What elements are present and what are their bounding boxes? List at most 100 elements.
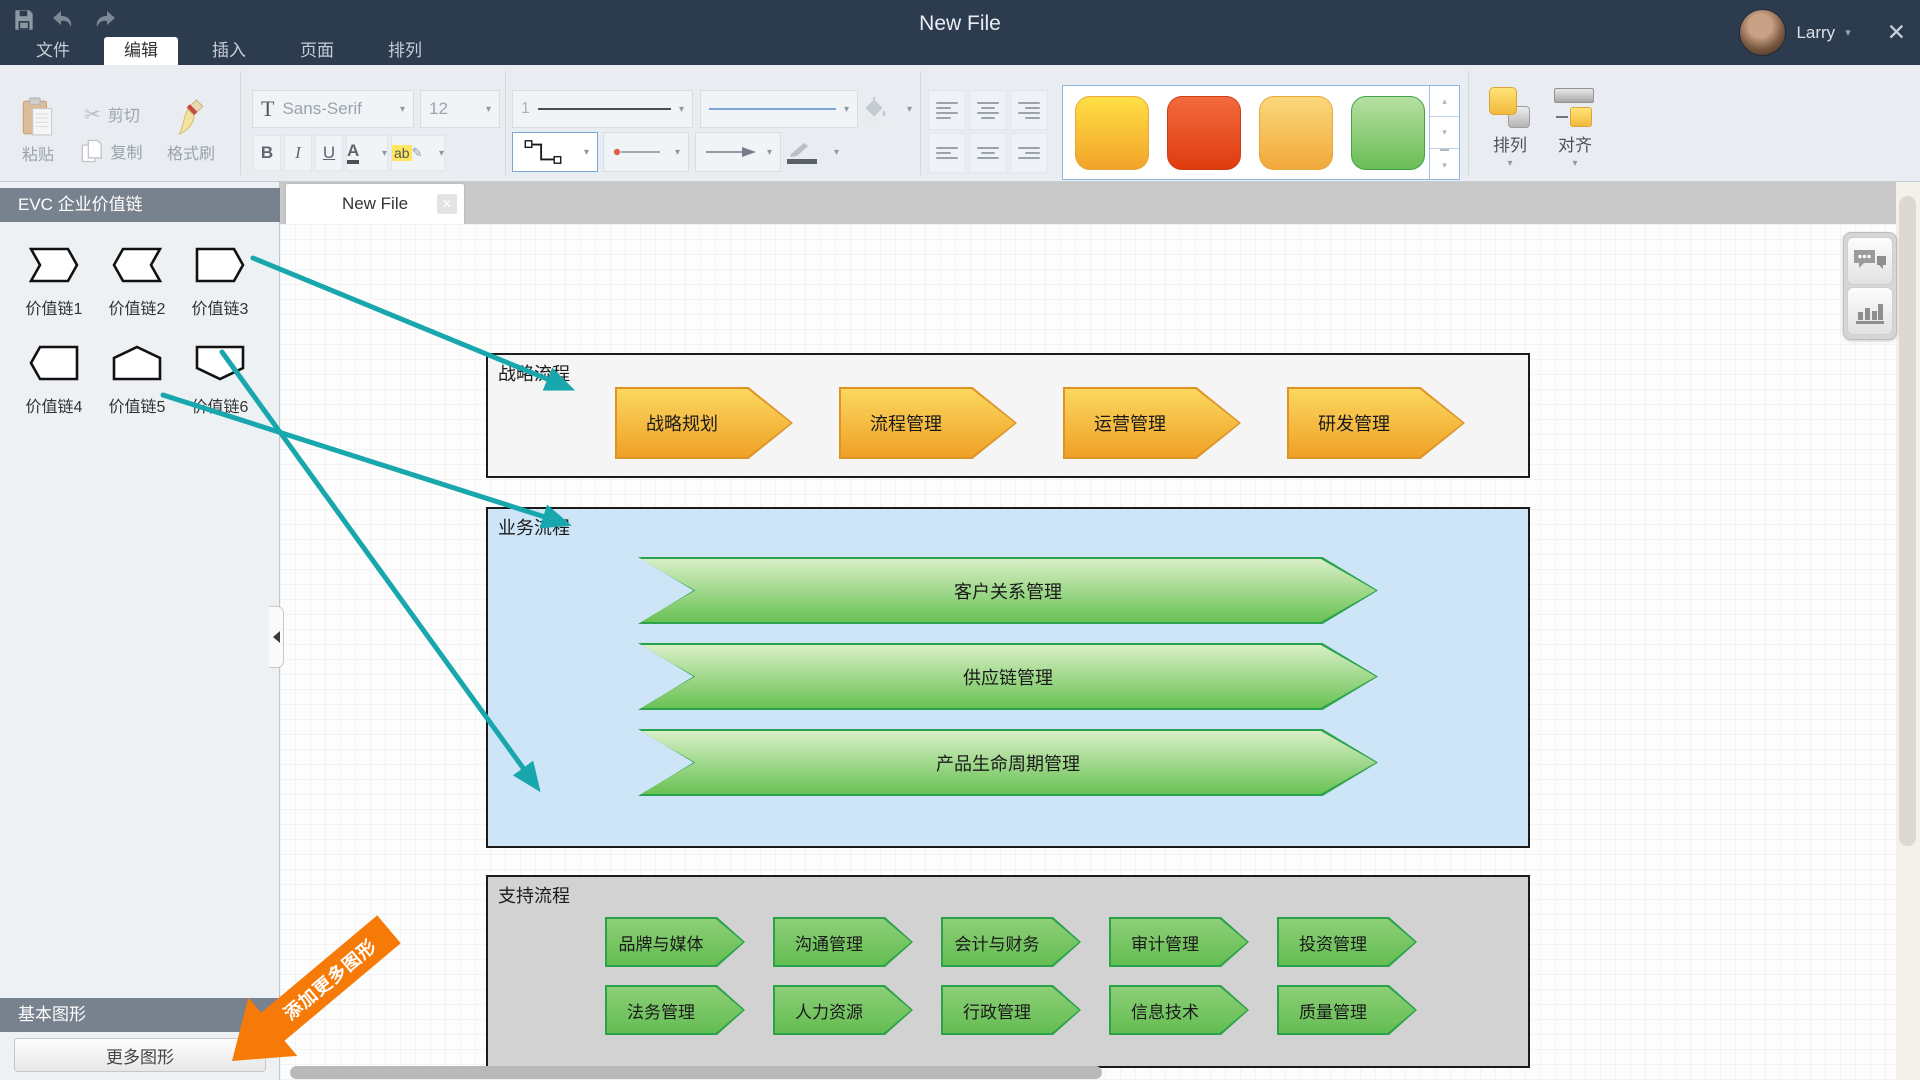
copy-pages-icon: [81, 138, 103, 164]
support-arrow-shape[interactable]: 会计与财务: [941, 917, 1081, 967]
align-center-button[interactable]: [969, 90, 1007, 130]
strategy-arrow-shape[interactable]: 运营管理: [1063, 387, 1241, 459]
toolbar: 粘贴 ✂ 剪切 复制 格式刷 T Sans-Serif ▾ 12 ▾ B I U…: [0, 65, 1920, 182]
font-size-select[interactable]: 12 ▾: [420, 90, 500, 128]
business-band-shape[interactable]: 产品生命周期管理: [638, 729, 1378, 796]
business-shapes: 客户关系管理 供应链管理 产品生命周期管理: [638, 557, 1378, 796]
shape-value-chain-5[interactable]: 价值链5: [97, 332, 177, 430]
valign-top-button[interactable]: [928, 133, 966, 173]
strategy-arrow-shape[interactable]: 研发管理: [1287, 387, 1465, 459]
support-arrow-shape[interactable]: 信息技术: [1109, 985, 1249, 1035]
line-style-select[interactable]: ▾: [700, 90, 858, 128]
tab-close-icon[interactable]: ✕: [437, 194, 457, 214]
valign-bottom-button[interactable]: [1010, 133, 1048, 173]
comments-button[interactable]: [1847, 237, 1893, 285]
window-title: New File: [0, 12, 1920, 36]
support-arrow-shape[interactable]: 人力资源: [773, 985, 913, 1035]
dropdown-caret-icon: ▾: [439, 148, 444, 159]
separator: [1468, 71, 1469, 175]
menu-tab[interactable]: 编辑: [104, 37, 178, 65]
line-start-select[interactable]: ▾: [603, 132, 689, 172]
shape-value-chain-6[interactable]: 价值链6: [180, 332, 260, 430]
line-width-select[interactable]: 1 ▾: [512, 90, 693, 128]
support-arrow-shape[interactable]: 品牌与媒体: [605, 917, 745, 967]
font-color-button[interactable]: A ▾: [346, 135, 388, 171]
swatch-scroll-more-icon[interactable]: ▾: [1430, 149, 1459, 179]
business-band-shape[interactable]: 客户关系管理: [638, 557, 1378, 624]
basic-shapes-section-header[interactable]: 基本图形: [0, 998, 280, 1032]
underline-button[interactable]: U: [315, 135, 343, 171]
fill-color-button[interactable]: ▾: [862, 90, 912, 128]
menu-tab[interactable]: 排列: [368, 37, 442, 65]
bold-button[interactable]: B: [253, 135, 281, 171]
scissors-icon: ✂: [84, 102, 101, 127]
style-swatch[interactable]: [1259, 96, 1333, 170]
align-left-button[interactable]: [928, 90, 966, 130]
highlight-button[interactable]: ab ✎ ▾: [391, 135, 445, 171]
support-arrow-shape[interactable]: 质量管理: [1277, 985, 1417, 1035]
vertical-scrollbar[interactable]: [1896, 182, 1920, 1080]
menu-tab[interactable]: 插入: [192, 37, 266, 65]
user-menu-caret-icon[interactable]: ▾: [1845, 26, 1851, 39]
dropdown-caret-icon: ▾: [382, 148, 387, 159]
menu-tab[interactable]: 页面: [280, 37, 354, 65]
dropdown-caret-icon: ▾: [486, 104, 491, 115]
support-arrow-shape[interactable]: 行政管理: [941, 985, 1081, 1035]
strategy-arrow-shape[interactable]: 流程管理: [839, 387, 1017, 459]
cut-button[interactable]: ✂ 剪切: [70, 101, 154, 127]
valign-middle-button[interactable]: [969, 133, 1007, 173]
business-band-shape[interactable]: 供应链管理: [638, 643, 1378, 710]
drawing-canvas[interactable]: 战略流程 战略规划 流程管理 运营管理 研发管理: [280, 224, 1896, 1080]
shape-value-chain-4[interactable]: 价值链4: [14, 332, 94, 430]
style-swatch[interactable]: [1075, 96, 1149, 170]
chevron-band-left-icon: [112, 247, 162, 283]
group-title: 战略流程: [498, 360, 570, 386]
horizontal-scrollbar-thumb[interactable]: [290, 1066, 1102, 1079]
dropdown-caret-icon: ▾: [400, 104, 405, 115]
shape-value-chain-1[interactable]: 价值链1: [14, 234, 94, 332]
italic-button[interactable]: I: [284, 135, 312, 171]
more-shapes-button[interactable]: 更多图形: [14, 1038, 266, 1072]
support-arrow-shape[interactable]: 投资管理: [1277, 917, 1417, 967]
document-tab[interactable]: New File ✕: [286, 184, 464, 224]
support-arrow-shape[interactable]: 法务管理: [605, 985, 745, 1035]
font-T-icon: T: [261, 96, 274, 122]
support-arrow-shape[interactable]: 沟通管理: [773, 917, 913, 967]
avatar[interactable]: [1739, 9, 1786, 56]
align-right-button[interactable]: [1010, 90, 1048, 130]
line-color-button[interactable]: ▾: [787, 132, 839, 172]
format-painter-button[interactable]: 格式刷: [154, 93, 228, 169]
shape-value-chain-3[interactable]: 价值链3: [180, 234, 260, 332]
style-swatch-panel: ▴ ▾ ▾: [1062, 85, 1460, 180]
chart-button[interactable]: [1847, 287, 1893, 335]
group-strategy-process[interactable]: 战略流程 战略规划 流程管理 运营管理 研发管理: [486, 353, 1530, 478]
swatch-scroll-up-icon[interactable]: ▴: [1430, 86, 1459, 117]
support-arrow-shape[interactable]: 审计管理: [1109, 917, 1249, 967]
font-family-select[interactable]: T Sans-Serif ▾: [252, 90, 414, 128]
style-swatch[interactable]: [1351, 96, 1425, 170]
vertical-scrollbar-thumb[interactable]: [1899, 196, 1916, 846]
close-window-icon[interactable]: ✕: [1887, 19, 1906, 46]
elbow-connector-icon: [521, 138, 565, 166]
strategy-arrow-shape[interactable]: 战略规划: [615, 387, 793, 459]
style-swatch[interactable]: [1167, 96, 1241, 170]
arrange-button[interactable]: 排列 ▾: [1480, 85, 1540, 179]
line-end-select[interactable]: ▾: [695, 132, 781, 172]
copy-button[interactable]: 复制: [70, 137, 154, 165]
dropdown-caret-icon: ▾: [907, 104, 912, 115]
collapse-left-icon: [273, 631, 280, 643]
canvas-area: New File ✕ 战略流程 战略规划 流程管理 运营管理: [280, 182, 1920, 1080]
library-section-header[interactable]: EVC 企业价值链: [0, 188, 280, 222]
sidebar-collapse-handle[interactable]: [269, 606, 284, 668]
user-name[interactable]: Larry: [1796, 23, 1835, 43]
shape-value-chain-2[interactable]: 价值链2: [97, 234, 177, 332]
group-business-process[interactable]: 业务流程 客户关系管理 供应链管理 产品生命周期管理: [486, 507, 1530, 848]
connector-type-select[interactable]: ▾: [512, 132, 598, 172]
align-button[interactable]: 对齐 ▾: [1545, 85, 1605, 179]
paste-button[interactable]: 粘贴: [8, 93, 68, 169]
swatch-scroll-down-icon[interactable]: ▾: [1430, 117, 1459, 148]
group-support-process[interactable]: 支持流程 品牌与媒体 沟通管理 会计与财务 审计管: [486, 875, 1530, 1068]
strategy-shapes: 战略规划 流程管理 运营管理 研发管理: [615, 387, 1465, 459]
pentagon-left-icon: [29, 345, 79, 381]
menu-tab[interactable]: 文件: [16, 37, 90, 65]
